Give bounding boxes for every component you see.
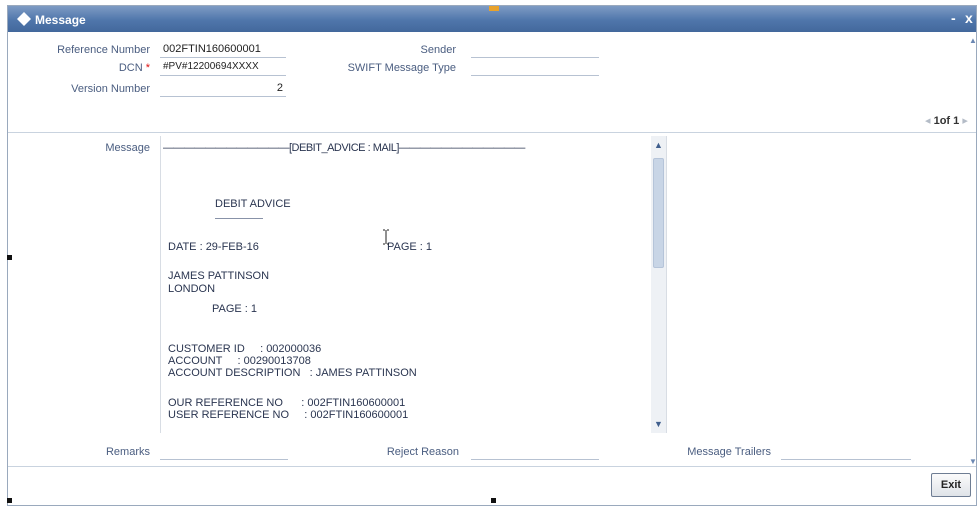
scroll-down-icon[interactable]: ▼	[651, 417, 666, 432]
remarks-label: Remarks	[105, 446, 150, 458]
swift-message-type-field[interactable]	[471, 58, 599, 76]
sender-field[interactable]	[471, 40, 599, 58]
dcn-label-text: DCN	[118, 62, 143, 74]
reference-number-field[interactable]	[160, 40, 286, 58]
reference-number-label: Reference Number	[57, 44, 150, 56]
window-scroll-down-icon[interactable]: ▼	[969, 457, 977, 466]
required-marker: *	[145, 62, 150, 74]
message-line: JAMES PATTINSON	[168, 270, 270, 282]
title-bar[interactable]: Message - x	[8, 6, 976, 32]
swift-message-type-label: SWIFT Message Type	[347, 62, 456, 74]
footer-divider	[8, 466, 976, 467]
message-line: LONDON	[168, 283, 216, 295]
next-page-icon[interactable]: ▸	[962, 115, 968, 127]
reject-reason-field[interactable]	[471, 442, 599, 460]
heading-underline	[215, 218, 263, 219]
resize-handle[interactable]	[7, 498, 12, 503]
message-trailers-label: Message Trailers	[687, 446, 771, 458]
exit-button[interactable]: Exit	[931, 473, 971, 497]
diamond-icon	[17, 12, 31, 26]
pager-text: 1of 1	[933, 115, 960, 127]
section-divider	[8, 132, 976, 133]
resize-handle[interactable]	[7, 255, 12, 260]
prev-page-icon[interactable]: ◂	[925, 115, 931, 127]
resize-handle[interactable]	[491, 498, 496, 503]
message-trailers-field[interactable]	[781, 442, 911, 460]
message-window: Message - x Reference Number DCN * Versi…	[7, 5, 977, 506]
message-line: ACCOUNT : 00290013708	[168, 355, 311, 367]
message-line: ————————————[DEBIT_ADVICE : MAIL]———————…	[163, 142, 525, 154]
close-button[interactable]: x	[965, 9, 977, 27]
scroll-thumb[interactable]	[653, 158, 664, 268]
remarks-field[interactable]	[160, 442, 288, 460]
window-scroll-up-icon[interactable]: ▲	[969, 36, 977, 45]
message-line: OUR REFERENCE NO : 002FTIN160600001	[168, 397, 406, 409]
dcn-label: DCN *	[119, 62, 150, 74]
message-label: Message	[105, 142, 150, 154]
window-title: Message	[35, 13, 86, 27]
title-grip[interactable]	[489, 6, 499, 11]
message-line: ACCOUNT DESCRIPTION : JAMES PATTINSON	[168, 367, 417, 379]
reject-reason-label: Reject Reason	[386, 446, 459, 458]
message-line: PAGE : 1	[212, 303, 258, 315]
version-number-field[interactable]	[160, 79, 286, 97]
dcn-field[interactable]	[160, 58, 286, 76]
scroll-up-icon[interactable]: ▲	[651, 138, 666, 153]
message-line: CUSTOMER ID : 002000036	[168, 343, 322, 355]
text-cursor-icon	[383, 229, 389, 245]
minimize-button[interactable]: -	[951, 10, 963, 26]
version-number-label: Version Number	[71, 83, 150, 95]
message-line: DATE : 29-FEB-16	[168, 241, 259, 253]
sender-label: Sender	[420, 44, 456, 56]
message-line: DEBIT ADVICE	[215, 198, 291, 210]
message-textarea[interactable]: ————————————[DEBIT_ADVICE : MAIL]———————…	[160, 136, 667, 433]
message-line: PAGE : 1	[387, 241, 433, 253]
pager: ◂ 1of 1 ▸	[925, 114, 968, 127]
window-scrollbar[interactable]: ▲ ▼	[969, 36, 977, 466]
message-line: USER REFERENCE NO : 002FTIN160600001	[168, 409, 409, 421]
message-scrollbar[interactable]: ▲ ▼	[651, 136, 666, 433]
